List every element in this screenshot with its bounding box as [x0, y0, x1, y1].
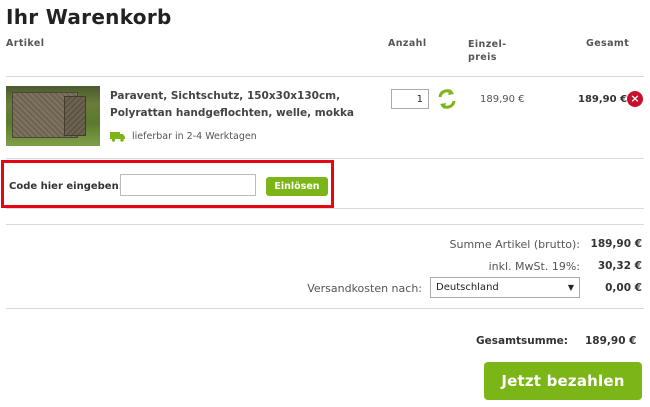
divider [6, 308, 644, 309]
subtotal-label: Summe Artikel (brutto): [449, 238, 581, 251]
shipping-country-select[interactable]: Deutschland ▼ [430, 277, 580, 298]
redeem-coupon-button[interactable]: Einlösen [266, 177, 328, 196]
column-header-einzelpreis-text: Einzel-preis [468, 39, 507, 63]
checkout-button[interactable]: Jetzt bezahlen [484, 362, 642, 400]
column-header-gesamt: Gesamt [586, 38, 630, 49]
coupon-label: Code hier eingeben: [9, 181, 123, 192]
subtotal-value: 189,90 € [590, 238, 642, 250]
page-title: Ihr Warenkorb [6, 5, 172, 29]
divider [6, 158, 644, 159]
divider [6, 76, 644, 77]
shipping-label: Versandkosten nach: [307, 282, 422, 295]
close-icon[interactable]: × [627, 91, 643, 107]
tax-value: 30,32 € [597, 260, 642, 272]
tax-label: inkl. MwSt. 19%: [488, 260, 580, 273]
column-header-artikel: Artikel [6, 38, 45, 49]
truck-icon [110, 132, 125, 142]
unit-price: 189,90 € [480, 94, 525, 105]
line-total: 189,90 € [578, 94, 628, 105]
coupon-code-input[interactable] [120, 174, 256, 196]
divider [6, 208, 644, 209]
grand-total-value: 189,90 € [585, 335, 637, 347]
chevron-down-icon: ▼ [567, 283, 574, 292]
coupon-section: Code hier eingeben: Einlösen [1, 160, 334, 208]
shipping-value: 0,00 € [605, 282, 642, 294]
shipping-country-value: Deutschland [436, 282, 499, 293]
column-header-einzelpreis: Einzel-preis [468, 38, 518, 64]
delivery-text: lieferbar in 2-4 Werktagen [132, 131, 257, 142]
product-image[interactable] [6, 86, 100, 146]
divider [6, 224, 644, 225]
refresh-icon[interactable] [436, 88, 458, 110]
product-name-link[interactable]: Paravent, Sichtschutz, 150x30x130cm, Pol… [110, 88, 395, 122]
product-image-panel-side [64, 96, 86, 136]
quantity-input[interactable] [391, 89, 429, 109]
delivery-info: lieferbar in 2-4 Werktagen [110, 131, 257, 142]
column-header-anzahl: Anzahl [388, 38, 427, 49]
grand-total-label: Gesamtsumme: [476, 335, 568, 347]
